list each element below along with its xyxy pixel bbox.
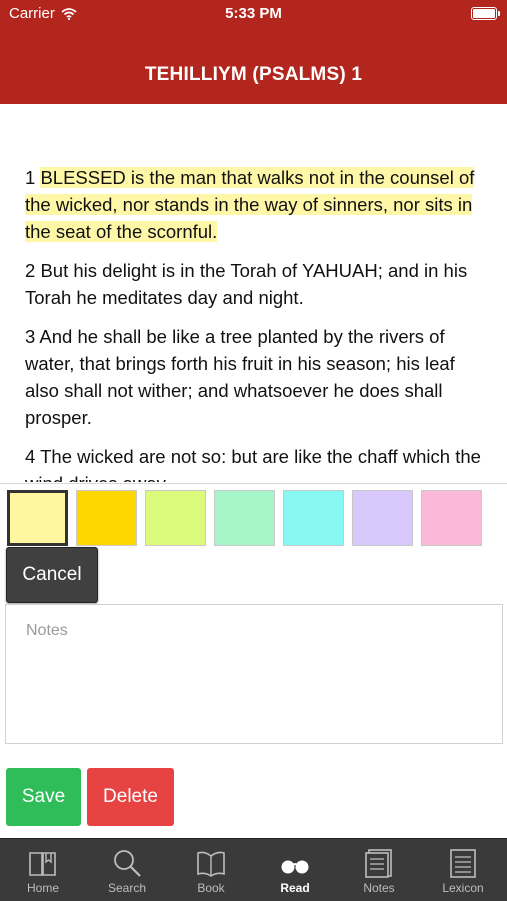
status-time: 5:33 PM [225, 5, 282, 22]
delete-button[interactable]: Delete [87, 768, 174, 826]
verse-text: The wicked are not so: but are like the … [25, 446, 481, 482]
tab-lexicon[interactable]: Lexicon [421, 839, 505, 901]
tab-label: Search [107, 881, 147, 895]
tab-bar: Home Search Book Read Notes Lexicon [0, 838, 507, 901]
lexicon-icon [450, 849, 476, 878]
color-swatch-cyan[interactable] [283, 490, 344, 546]
cancel-button[interactable]: Cancel [6, 547, 98, 603]
verse-text: And he shall be like a tree planted by t… [25, 326, 455, 428]
verse-2[interactable]: 2 But his delight is in the Torah of YAH… [25, 257, 485, 311]
verse-number: 2 [25, 260, 36, 281]
tab-home[interactable]: Home [1, 839, 85, 901]
color-swatch-mint[interactable] [214, 490, 275, 546]
glasses-icon [281, 860, 309, 874]
tab-label: Book [197, 881, 225, 895]
verse-4[interactable]: 4 The wicked are not so: but are like th… [25, 443, 485, 482]
tab-notes[interactable]: Notes [337, 839, 421, 901]
tab-label: Home [26, 881, 59, 895]
verse-number: 1 [25, 167, 36, 188]
color-swatch-lime[interactable] [145, 490, 206, 546]
tab-label: Read [280, 881, 310, 895]
tab-book[interactable]: Book [169, 839, 253, 901]
status-bar: Carrier 5:33 PM [0, 0, 507, 28]
verse-number: 3 [25, 326, 36, 347]
color-swatch-light-yellow[interactable] [7, 490, 68, 546]
notes-placeholder: Notes [26, 622, 68, 639]
verse-3[interactable]: 3 And he shall be like a tree planted by… [25, 323, 485, 431]
color-swatch-gold[interactable] [76, 490, 137, 546]
book-open-icon [29, 852, 56, 876]
color-swatch-lavender[interactable] [352, 490, 413, 546]
highlight-color-picker [0, 483, 507, 550]
verse-text-highlighted: BLESSED is the man that walks not in the… [25, 167, 475, 242]
verse-text: But his delight is in the Torah of YAHUA… [25, 260, 468, 308]
tab-read[interactable]: Read [253, 839, 337, 901]
verse-list: 1 BLESSED is the man that walks not in t… [25, 164, 485, 482]
app-header: Carrier 5:33 PM TEHILLIYM (PSALMS) 1 [0, 0, 507, 104]
book-icon [197, 851, 225, 877]
color-swatch-pink[interactable] [421, 490, 482, 546]
reading-pane[interactable]: 1 BLESSED is the man that walks not in t… [0, 104, 507, 482]
notes-field[interactable]: Notes [5, 604, 503, 744]
verse-1[interactable]: 1 BLESSED is the man that walks not in t… [25, 164, 485, 245]
tab-label: Lexicon [442, 881, 484, 895]
tab-label: Notes [363, 881, 395, 895]
page-title: TEHILLIYM (PSALMS) 1 [144, 64, 363, 85]
save-button[interactable]: Save [6, 768, 81, 826]
verse-number: 4 [25, 446, 36, 467]
battery-icon [471, 7, 500, 20]
notes-icon [365, 849, 392, 878]
search-icon [114, 850, 141, 877]
tab-search[interactable]: Search [85, 839, 169, 901]
